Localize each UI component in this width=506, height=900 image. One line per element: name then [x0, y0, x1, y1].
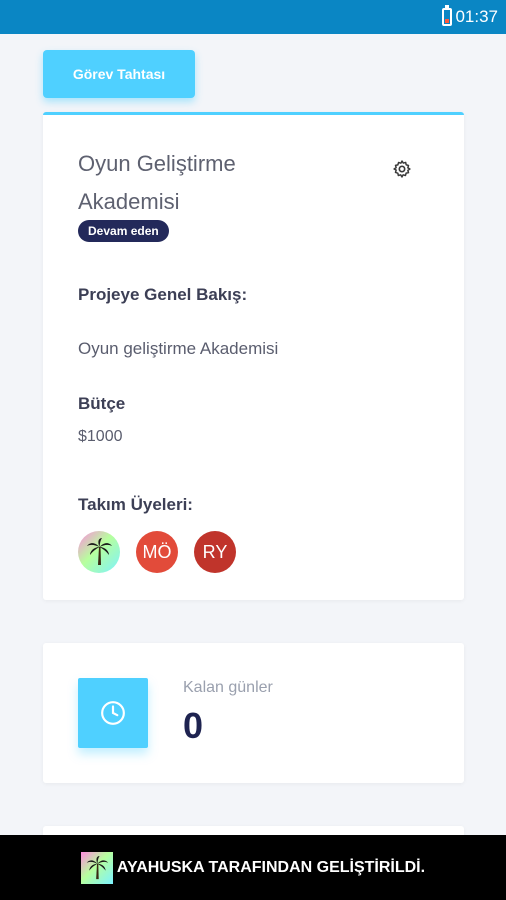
gear-icon[interactable] [392, 159, 412, 179]
team-label: Takım Üyeleri: [78, 495, 193, 514]
page-content: Görev Tahtası Oyun Geliştirme Akademisi … [0, 34, 506, 835]
project-title: Oyun Geliştirme Akademisi [78, 151, 236, 214]
days-left-value: 0 [183, 705, 204, 746]
clock-box [78, 678, 148, 748]
palm-tree-icon [80, 851, 113, 884]
status-bar: 01:37 [0, 0, 506, 34]
clock-time: 01:37 [455, 7, 498, 26]
overview-text: Oyun geliştirme Akademisi [78, 339, 279, 358]
task-board-button[interactable]: Görev Tahtası [43, 50, 195, 98]
avatar[interactable]: RY [194, 531, 236, 573]
overview-label: Projeye Genel Bakış: [78, 285, 248, 304]
next-card [43, 826, 464, 835]
battery-low-icon [442, 5, 453, 26]
avatar[interactable] [78, 531, 120, 573]
palm-tree-icon [87, 538, 112, 565]
footer-banner: AYAHUSKA TARAFINDAN GELİŞTİRİLDİ. [0, 835, 506, 900]
project-card: Oyun Geliştirme Akademisi Devam eden Pro… [43, 112, 464, 600]
clock-icon [101, 701, 125, 725]
days-left-card: Kalan günler 0 [43, 643, 464, 783]
team-members: MÖ RY [78, 531, 236, 573]
status-badge: Devam eden [78, 220, 169, 242]
avatar[interactable]: MÖ [136, 531, 178, 573]
budget-label: Bütçe [78, 394, 126, 413]
days-left-label: Kalan günler [183, 679, 273, 696]
footer-text: AYAHUSKA TARAFINDAN GELİŞTİRİLDİ. [116, 858, 426, 876]
budget-value: $1000 [78, 428, 123, 445]
